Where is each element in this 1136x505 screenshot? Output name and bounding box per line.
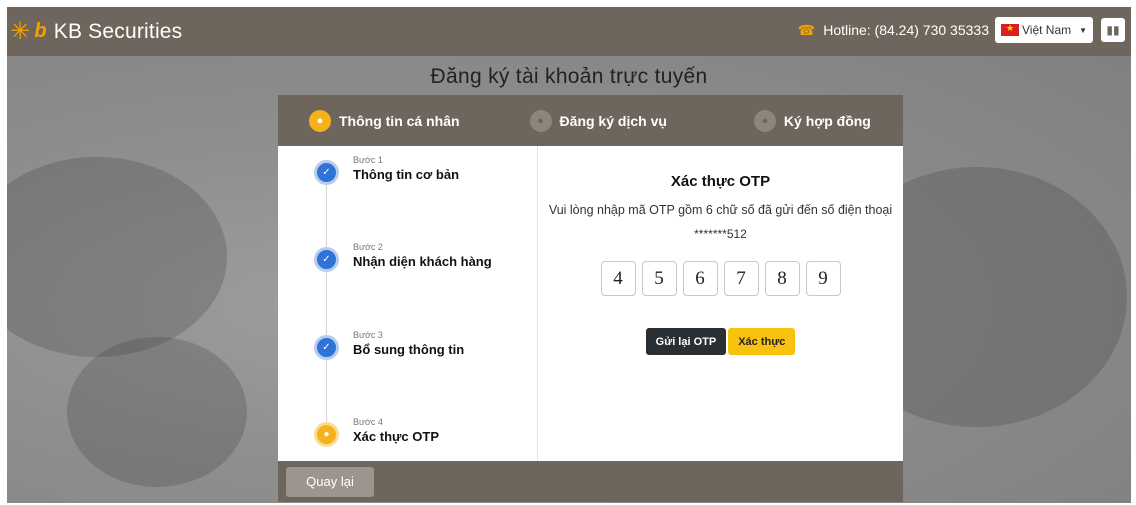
vietnam-flag-icon [1001, 23, 1019, 36]
check-icon: ✓ [314, 335, 339, 360]
otp-description: Vui lòng nhập mã OTP gồm 6 chữ số đã gửi… [548, 203, 893, 217]
handshake-icon: ● [753, 109, 776, 132]
step-tabs: ● Thông tin cá nhân ● Đăng ký dịch vụ ● … [278, 95, 903, 146]
tab-label: Ký hợp đồng [783, 112, 871, 129]
otp-digit-input[interactable]: 5 [641, 261, 677, 296]
otp-title: Xác thực OTP [670, 173, 771, 190]
language-select[interactable]: Việt Nam ▼ [995, 17, 1093, 43]
book-icon[interactable]: ▮▮ [1101, 18, 1125, 42]
step-number: Bước 2 [353, 242, 383, 252]
verify-button[interactable]: Xác thực [728, 328, 796, 355]
otp-panel: Xác thực OTP Vui lòng nhập mã OTP gồm 6 … [538, 146, 903, 461]
steps-sidebar: ✓ Bước 1 Thông tin cơ bản ✓ Bước 2 Nhận … [278, 146, 538, 461]
step-4: ● Bước 4 Xác thực OTP [314, 417, 439, 447]
step-name: Bổ sung thông tin [353, 342, 465, 357]
logo-text: KB Securities [53, 19, 183, 43]
step-name: Thông tin cơ bản [353, 167, 460, 182]
top-bar: ✳ b KB Securities ☎ Hotline: (84.24) 730… [7, 7, 1131, 56]
person-icon: ● [309, 109, 331, 132]
current-step-icon: ● [314, 422, 339, 447]
step-number: Bước 1 [353, 155, 383, 165]
caret-down-icon: ▼ [1079, 25, 1087, 35]
logo[interactable]: ✳ b KB Securities [10, 17, 182, 46]
tab-personal-info[interactable]: ● Thông tin cá nhân [309, 109, 460, 132]
phone-icon: ☎ [797, 21, 816, 38]
step-number: Bước 3 [353, 330, 383, 340]
language-label: Việt Nam [1022, 23, 1072, 37]
page-title: Đăng ký tài khoản trực tuyến [430, 65, 708, 88]
app-frame: ✳ b KB Securities ☎ Hotline: (84.24) 730… [7, 7, 1131, 503]
check-icon: ✓ [314, 247, 339, 272]
otp-digit-input[interactable]: 6 [682, 261, 718, 296]
tab-register-services[interactable]: ● Đăng ký dịch vụ [529, 109, 667, 132]
resend-otp-button[interactable]: Gửi lại OTP [645, 328, 727, 355]
registration-card: ● Thông tin cá nhân ● Đăng ký dịch vụ ● … [278, 95, 903, 502]
step-number: Bước 4 [353, 417, 383, 427]
background-map-shape [7, 157, 227, 357]
step-name: Xác thực OTP [353, 429, 439, 444]
card-footer: Quay lại [278, 461, 903, 502]
steps-connector-line [326, 171, 327, 431]
masked-phone: *******512 [694, 227, 747, 241]
kb-mark-icon: b [34, 20, 47, 42]
otp-digit-input[interactable]: 4 [600, 261, 636, 296]
service-icon: ● [529, 109, 552, 132]
step-3: ✓ Bước 3 Bổ sung thông tin [314, 330, 464, 360]
tab-label: Đăng ký dịch vụ [559, 112, 667, 129]
check-icon: ✓ [314, 160, 339, 185]
step-1: ✓ Bước 1 Thông tin cơ bản [314, 155, 459, 185]
otp-digit-input[interactable]: 9 [805, 261, 841, 296]
otp-digit-input[interactable]: 8 [764, 261, 800, 296]
tab-label: Thông tin cá nhân [339, 112, 460, 129]
otp-inputs: 4 5 6 7 8 9 [538, 261, 903, 296]
background-map-shape [67, 337, 247, 487]
tab-sign-contract[interactable]: ● Ký hợp đồng [753, 109, 871, 132]
otp-digit-input[interactable]: 7 [723, 261, 759, 296]
step-name: Nhận diện khách hàng [353, 254, 492, 269]
step-2: ✓ Bước 2 Nhận diện khách hàng [314, 242, 492, 272]
hotline-text: Hotline: (84.24) 730 35333 [823, 22, 989, 38]
kb-star-icon: ✳ [10, 18, 31, 45]
back-button[interactable]: Quay lại [286, 466, 374, 497]
